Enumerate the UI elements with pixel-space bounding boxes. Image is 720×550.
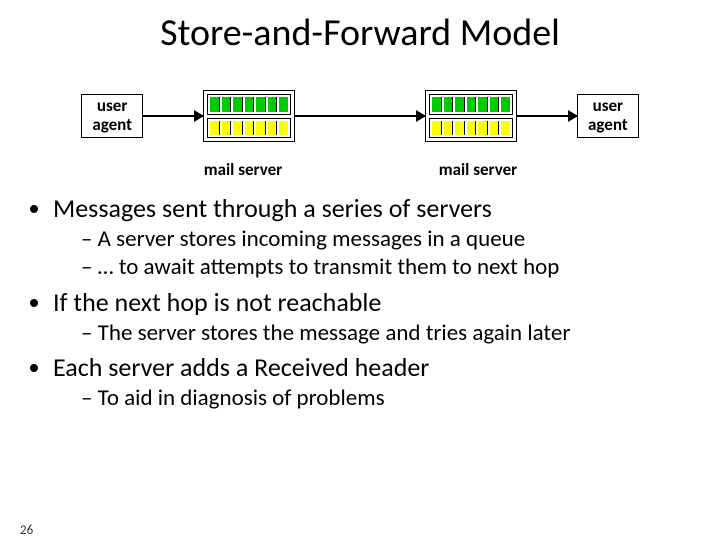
bullet-list: Messages sent through a series of server… [25, 192, 695, 413]
bullet-text: Messages sent through a series of server… [53, 192, 492, 224]
user-agent-right: user agent [577, 94, 639, 137]
bullet-1-sub-2: … to await attempts to transmit them to … [81, 253, 695, 282]
bullet-text: If the next hop is not reachable [53, 286, 381, 318]
bullet-1-sub-1: A server stores incoming messages in a q… [81, 225, 695, 254]
diagram-labels: mail server mail server [40, 159, 680, 180]
server-queue-row [429, 118, 513, 139]
bullet-2: If the next hop is not reachable The ser… [53, 286, 695, 347]
page-number: 26 [20, 523, 33, 538]
arrow-icon [517, 115, 577, 117]
server-queue-row [207, 118, 291, 139]
mail-server-2-label: mail server [423, 159, 533, 180]
bullet-1: Messages sent through a series of server… [53, 192, 695, 282]
bullet-3: Each server adds a Received header To ai… [53, 351, 695, 412]
bullet-3-sub-1: To aid in diagnosis of problems [81, 384, 695, 413]
bullet-2-sub-1: The server stores the message and tries … [81, 319, 695, 348]
arrow-icon [143, 115, 203, 117]
user-agent-left: user agent [81, 94, 143, 137]
bullet-text: Each server adds a Received header [53, 351, 429, 383]
mail-server-1 [203, 90, 295, 142]
diagram: user agent user agent [40, 81, 680, 151]
arrow-icon [295, 115, 425, 117]
mail-server-1-label: mail server [188, 159, 298, 180]
server-queue-row [207, 94, 291, 115]
slide-title: Store-and-Forward Model [0, 10, 720, 56]
server-queue-row [429, 94, 513, 115]
mail-server-2 [425, 90, 517, 142]
